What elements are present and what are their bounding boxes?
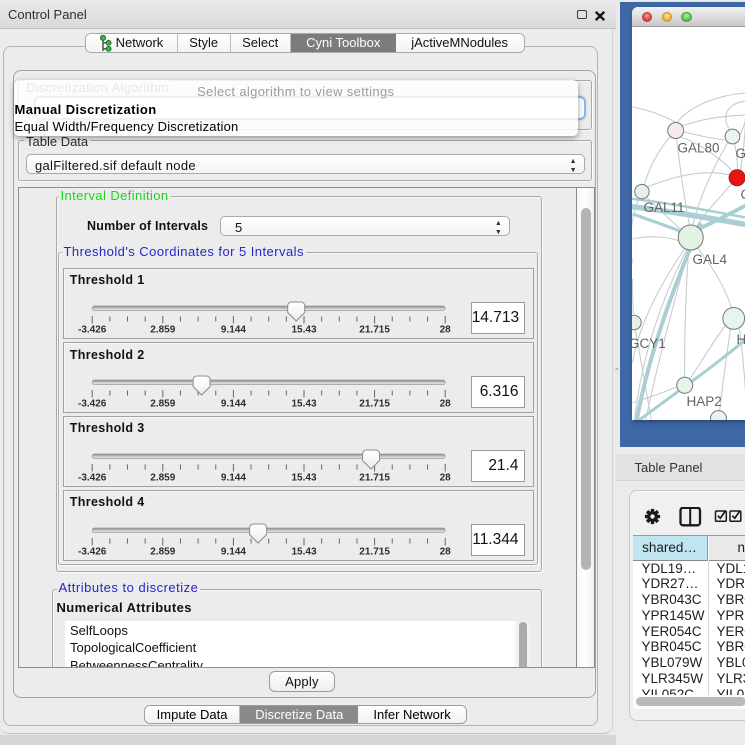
svg-text:9.144: 9.144 xyxy=(221,399,246,410)
svg-text:28: 28 xyxy=(439,472,451,483)
svg-text:15.43: 15.43 xyxy=(291,324,316,335)
svg-text:GAL4: GAL4 xyxy=(692,252,727,267)
svg-text:2.859: 2.859 xyxy=(150,472,175,483)
svg-text:28: 28 xyxy=(439,399,451,410)
svg-text:2.859: 2.859 xyxy=(150,546,175,557)
svg-text:-3.426: -3.426 xyxy=(78,546,107,557)
svg-text:-3.426: -3.426 xyxy=(78,399,107,410)
svg-text:2.859: 2.859 xyxy=(150,399,175,410)
svg-text:GCY1: GCY1 xyxy=(632,336,666,351)
svg-text:21.715: 21.715 xyxy=(359,324,390,335)
svg-text:GAL: GAL xyxy=(735,146,745,161)
svg-text:21.715: 21.715 xyxy=(359,472,390,483)
svg-text:9.144: 9.144 xyxy=(221,546,246,557)
svg-text:CC: CC xyxy=(740,187,745,202)
svg-text:28: 28 xyxy=(439,546,451,557)
svg-text:HAP2: HAP2 xyxy=(686,394,721,409)
svg-text:HI: HI xyxy=(736,332,745,347)
svg-text:15.43: 15.43 xyxy=(291,546,316,557)
svg-text:9.144: 9.144 xyxy=(221,472,246,483)
svg-text:GAL11: GAL11 xyxy=(643,200,684,215)
svg-text:-3.426: -3.426 xyxy=(78,472,107,483)
svg-text:15.43: 15.43 xyxy=(291,472,316,483)
svg-text:-3.426: -3.426 xyxy=(78,324,107,335)
svg-text:2.859: 2.859 xyxy=(150,324,175,335)
svg-text:15.43: 15.43 xyxy=(291,399,316,410)
svg-text:28: 28 xyxy=(439,324,451,335)
svg-text:GAL80: GAL80 xyxy=(677,140,719,155)
svg-text:21.715: 21.715 xyxy=(359,399,390,410)
svg-text:21.715: 21.715 xyxy=(359,546,390,557)
svg-text:9.144: 9.144 xyxy=(221,324,246,335)
